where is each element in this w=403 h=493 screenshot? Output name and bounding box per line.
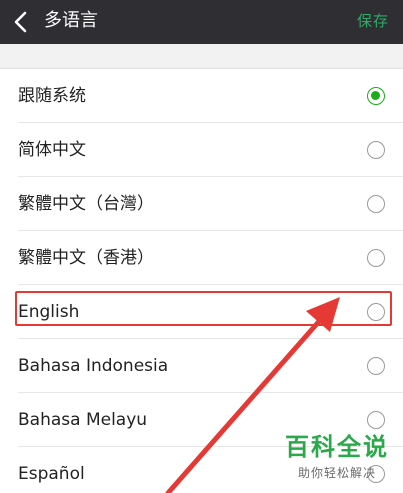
radio-checked-icon[interactable] (367, 87, 385, 105)
radio-unchecked-icon[interactable] (367, 249, 385, 267)
language-option-english[interactable]: English (0, 285, 403, 339)
language-option-bahasa-melayu[interactable]: Bahasa Melayu (0, 393, 403, 447)
radio-unchecked-icon[interactable] (367, 141, 385, 159)
save-button[interactable]: 保存 (357, 10, 389, 32)
radio-unchecked-icon[interactable] (367, 357, 385, 375)
language-option-simplified-chinese[interactable]: 简体中文 (0, 123, 403, 177)
language-label: 简体中文 (18, 140, 86, 160)
radio-unchecked-icon[interactable] (367, 465, 385, 483)
language-label: Bahasa Melayu (18, 410, 148, 430)
language-label: Español (18, 464, 85, 484)
language-option-traditional-chinese-taiwan[interactable]: 繁體中文（台灣） (0, 177, 403, 231)
radio-unchecked-icon[interactable] (367, 303, 385, 321)
language-label: 繁體中文（台灣） (18, 194, 154, 214)
language-label: English (18, 302, 80, 322)
language-label: Bahasa Indonesia (18, 356, 169, 376)
language-option-traditional-chinese-hongkong[interactable]: 繁體中文（香港） (0, 231, 403, 285)
page-title: 多语言 (44, 10, 98, 31)
language-option-espanol[interactable]: Español (0, 447, 403, 493)
language-label: 繁體中文（香港） (18, 248, 154, 268)
radio-unchecked-icon[interactable] (367, 195, 385, 213)
language-settings-screen: 多语言 保存 跟随系统 简体中文 繁體中文（台灣） 繁體中文（香港） Engli… (0, 0, 403, 493)
language-list: 跟随系统 简体中文 繁體中文（台灣） 繁體中文（香港） English Baha… (0, 68, 403, 493)
radio-unchecked-icon[interactable] (367, 411, 385, 429)
back-arrow-icon[interactable] (12, 9, 30, 35)
language-option-follow-system[interactable]: 跟随系统 (0, 69, 403, 123)
language-label: 跟随系统 (18, 86, 86, 106)
top-bar: 多语言 保存 (0, 0, 403, 44)
language-option-bahasa-indonesia[interactable]: Bahasa Indonesia (0, 339, 403, 393)
